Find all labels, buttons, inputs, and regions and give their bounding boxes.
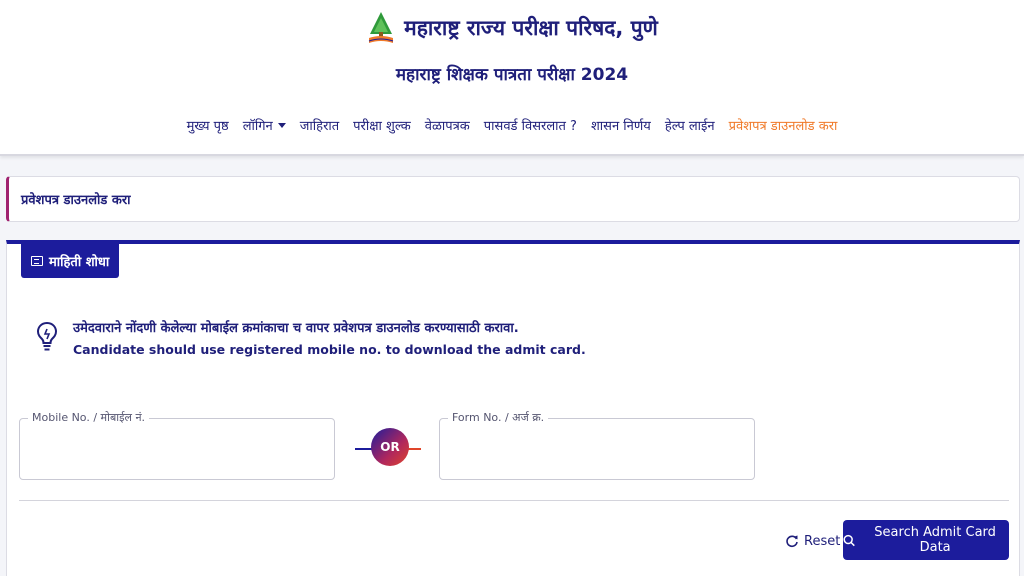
or-badge: OR	[371, 428, 409, 466]
form-number-input[interactable]	[448, 437, 744, 465]
search-admit-card-button[interactable]: Search Admit Card Data	[843, 520, 1009, 560]
search-admit-card-label: Search Admit Card Data	[874, 525, 996, 555]
breadcrumb-title: प्रवेशपत्र डाउनलोड करा	[21, 193, 131, 208]
nav-item-government-resolution[interactable]: शासन निर्णय	[591, 116, 651, 134]
or-separator: OR	[355, 426, 421, 472]
search-icon	[843, 534, 855, 546]
nav-item-download-admit-card[interactable]: प्रवेशपत्र डाउनलोड करा	[729, 116, 838, 134]
nav-item-exam-fee[interactable]: परीक्षा शुल्क	[353, 116, 411, 134]
info-english: Candidate should use registered mobile n…	[73, 342, 586, 357]
logo-icon	[368, 12, 394, 43]
info-notice: उमेदवाराने नोंदणी केलेल्या मोबाईल क्रमां…	[35, 318, 586, 357]
search-panel: माहिती शोधा उमेदवाराने नोंदणी केलेल्या म…	[6, 240, 1020, 576]
nav-item-login[interactable]: लॉगिन	[243, 116, 286, 134]
refresh-icon	[786, 535, 798, 548]
nav-item-advertisement[interactable]: जाहिरात	[300, 116, 339, 134]
form-number-field: Form No. / अर्ज क्र.	[439, 410, 755, 480]
org-title: महाराष्ट्र राज्य परीक्षा परिषद, पुणे	[404, 16, 658, 40]
mobile-input[interactable]	[28, 437, 324, 465]
search-tab-label: माहिती शोधा	[49, 255, 110, 270]
info-marathi: उमेदवाराने नोंदणी केलेल्या मोबाईल क्रमां…	[73, 321, 519, 336]
nav-item-home[interactable]: मुख्य पृष्ठ	[187, 116, 229, 134]
nav-item-forgot-password[interactable]: पासवर्ड विसरलात ?	[484, 116, 577, 134]
form-number-field-label: Form No. / अर्ज क्र.	[448, 410, 549, 425]
lightbulb-icon	[36, 321, 58, 351]
nav-item-login-label: लॉगिन	[242, 119, 273, 134]
main-nav: मुख्य पृष्ठ लॉगिन जाहिरात परीक्षा शुल्क …	[0, 112, 1024, 138]
breadcrumb: प्रवेशपत्र डाउनलोड करा	[6, 176, 1020, 222]
reset-button[interactable]: Reset	[785, 529, 840, 553]
exam-title: महाराष्ट्र शिक्षक पात्रता परीक्षा 2024	[395, 65, 629, 85]
chevron-down-icon	[277, 122, 286, 128]
org-row: महाराष्ट्र राज्य परीक्षा परिषद, पुणे	[0, 8, 1024, 48]
card-icon	[31, 256, 43, 266]
reset-label: Reset	[804, 533, 841, 549]
nav-item-helpline[interactable]: हेल्प लाईन	[665, 116, 715, 134]
mobile-field: Mobile No. / मोबाईल नं.	[19, 410, 335, 480]
info-text: उमेदवाराने नोंदणी केलेल्या मोबाईल क्रमां…	[73, 318, 586, 357]
mobile-field-label: Mobile No. / मोबाईल नं.	[28, 410, 150, 425]
search-tab: माहिती शोधा	[21, 244, 120, 278]
divider	[19, 500, 1009, 501]
nav-item-schedule[interactable]: वेळापत्रक	[425, 116, 470, 134]
site-header: महाराष्ट्र राज्य परीक्षा परिषद, पुणे महा…	[0, 0, 1024, 156]
